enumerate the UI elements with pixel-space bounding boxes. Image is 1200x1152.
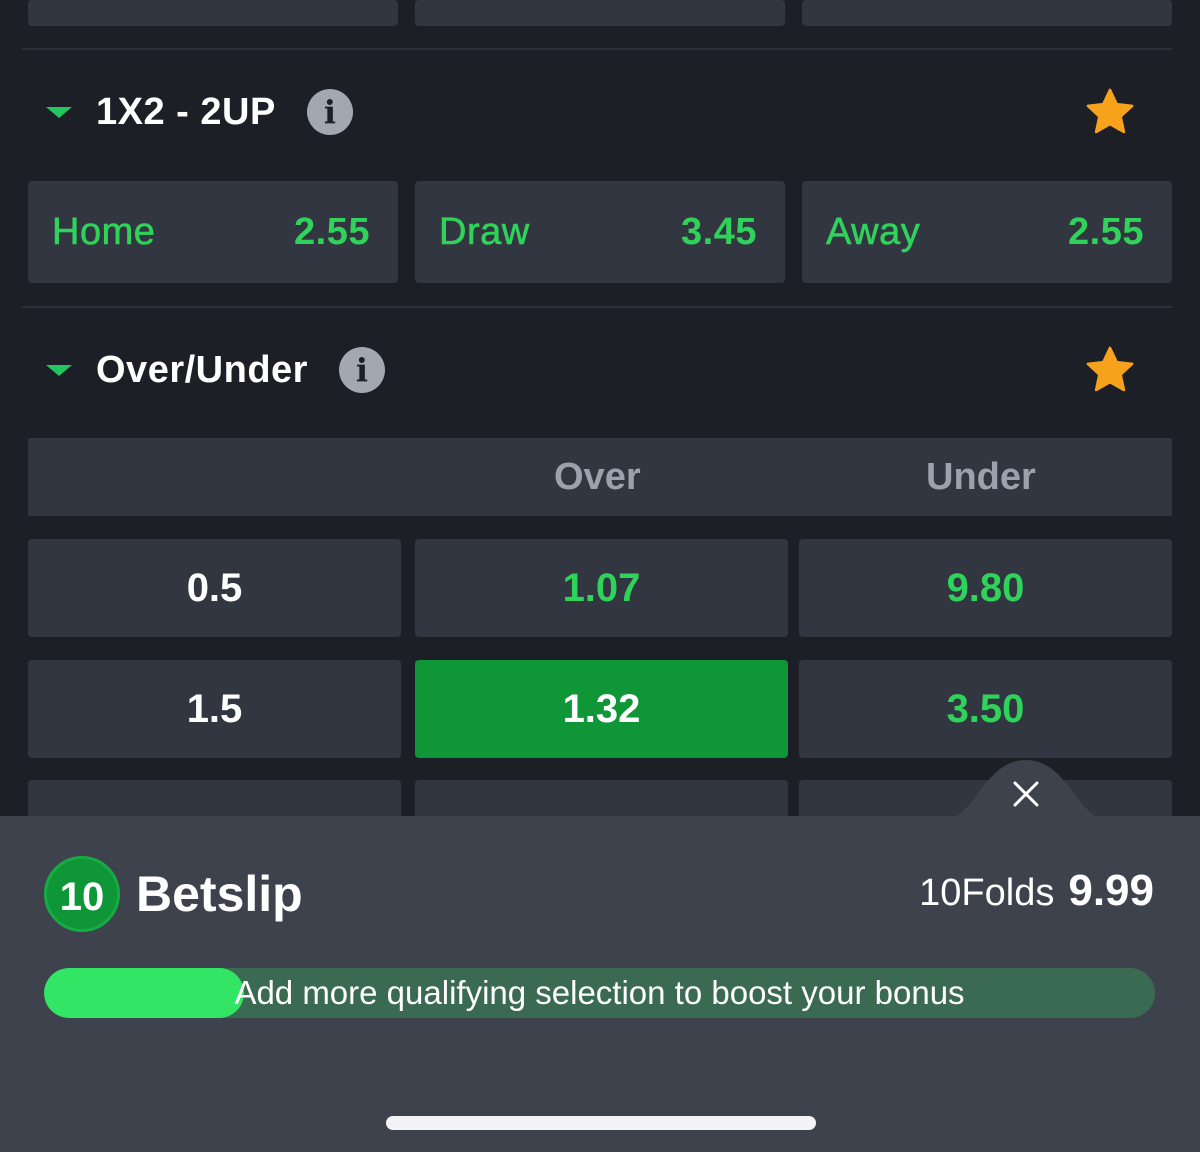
info-icon[interactable]: i (339, 347, 385, 393)
odds-button-draw[interactable]: Draw 3.45 (415, 181, 785, 283)
odds-value: 3.45 (681, 210, 757, 253)
odds-value: 2.55 (294, 210, 370, 253)
close-icon[interactable] (1008, 776, 1044, 812)
previous-market-cell[interactable] (802, 0, 1172, 26)
bonus-progress-text: Add more qualifying selection to boost y… (234, 974, 965, 1011)
previous-market-cell[interactable] (28, 0, 398, 26)
bonus-progress-bar: Add more qualifying selection to boost y… (44, 968, 1155, 1018)
info-icon[interactable]: i (307, 89, 353, 135)
market-header-over-under[interactable]: Over/Under i (0, 330, 1200, 410)
line-cell: 1.5 (28, 660, 401, 758)
caret-down-icon[interactable] (46, 365, 72, 376)
betslip-count-badge: 10 (44, 856, 120, 932)
over-under-column-header: Over Under (28, 438, 1172, 516)
odds-button-under[interactable]: 3.50 (799, 660, 1172, 758)
line-value: 0.5 (186, 565, 243, 610)
market-header-1x2[interactable]: 1X2 - 2UP i (0, 72, 1200, 152)
odds-button-over[interactable]: 1.07 (415, 539, 788, 637)
home-indicator[interactable] (386, 1116, 816, 1130)
folds-label: 10Folds (919, 872, 1055, 914)
odds-label: Away (826, 210, 921, 253)
divider (22, 306, 1172, 308)
market-title: Over/Under (96, 349, 308, 391)
odds-button-home[interactable]: Home 2.55 (28, 181, 398, 283)
odds-button-away[interactable]: Away 2.55 (802, 181, 1172, 283)
market-title: 1X2 - 2UP (96, 91, 276, 133)
sportsbook-page: 1X2 - 2UP i Home 2.55 Draw 3.45 Away 2.5… (0, 0, 1200, 1152)
odds-button-over-selected[interactable]: 1.32 (415, 660, 788, 758)
previous-market-cell[interactable] (415, 0, 785, 26)
odds-value: 1.07 (562, 565, 641, 610)
caret-down-icon[interactable] (46, 107, 72, 118)
odds-value: 1.32 (562, 686, 641, 731)
line-value: 1.5 (186, 686, 243, 731)
betslip-title[interactable]: Betslip (136, 862, 303, 926)
star-icon[interactable] (1084, 86, 1136, 138)
column-header-under: Under (926, 456, 1036, 498)
divider (22, 48, 1172, 50)
odds-value: 2.55 (1068, 210, 1144, 253)
odds-label: Draw (439, 210, 530, 253)
line-cell: 0.5 (28, 539, 401, 637)
folds-summary: 10Folds 9.99 (919, 866, 1154, 922)
odds-value: 9.80 (946, 565, 1025, 610)
column-header-over: Over (554, 456, 641, 498)
star-icon[interactable] (1084, 344, 1136, 396)
folds-odds: 9.99 (1068, 866, 1154, 915)
odds-button-under[interactable]: 9.80 (799, 539, 1172, 637)
odds-label: Home (52, 210, 156, 253)
odds-value: 3.50 (946, 686, 1025, 731)
